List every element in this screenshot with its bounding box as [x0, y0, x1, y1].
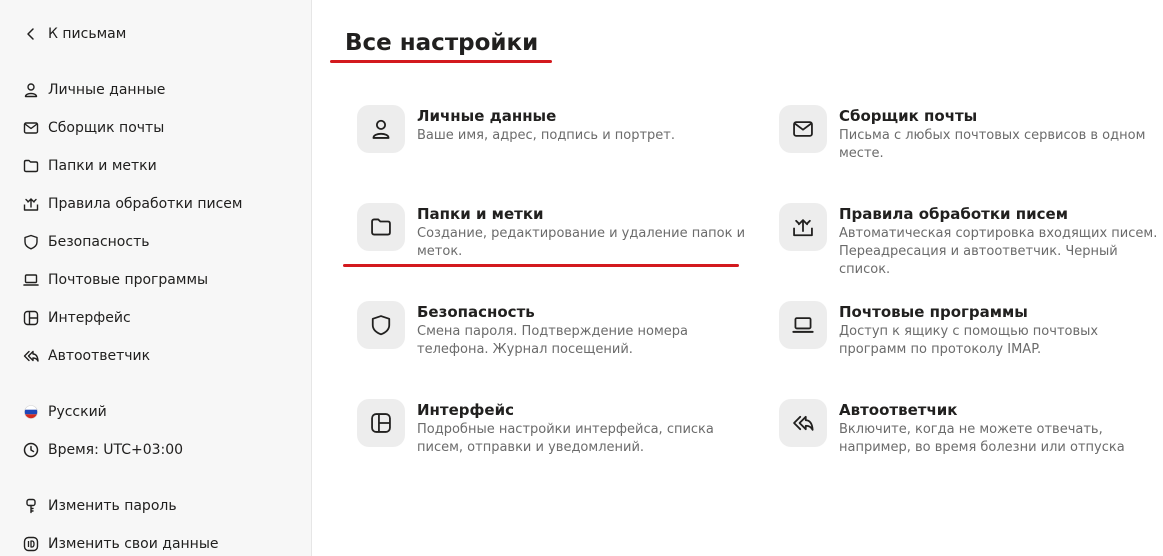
card-description: Автоматическая сортировка входящих писем…: [839, 226, 1158, 277]
layout-icon: [357, 399, 405, 447]
shield-icon: [22, 233, 40, 251]
sidebar-item-autoreply[interactable]: Автоответчик: [22, 344, 150, 368]
sidebar-item-label: Безопасность: [48, 234, 150, 250]
user-icon: [357, 105, 405, 153]
timezone-selector[interactable]: Время: UTC+03:00: [22, 438, 183, 462]
back-label: К письмам: [48, 26, 127, 42]
language-label: Русский: [48, 404, 107, 420]
card-security[interactable]: Безопасность Смена пароля. Подтверждение…: [357, 300, 747, 359]
card-mail-collector[interactable]: Сборщик почты Письма с любых почтовых се…: [779, 104, 1163, 163]
reply-all-icon: [779, 399, 827, 447]
rules-icon: [779, 203, 827, 251]
card-description: Включите, когда не можете отвечать, напр…: [839, 422, 1125, 455]
chevron-left-icon: [22, 25, 40, 43]
card-title: Сборщик почты: [839, 107, 978, 125]
card-description: Ваше имя, адрес, подпись и портрет.: [417, 128, 676, 143]
card-title: Правила обработки писем: [839, 205, 1068, 223]
reply-all-icon: [22, 347, 40, 365]
change-data-link[interactable]: Изменить свои данные: [22, 532, 219, 556]
back-to-mail-link[interactable]: К письмам: [22, 22, 126, 46]
card-interface[interactable]: Интерфейс Подробные настройки интерфейса…: [357, 398, 747, 457]
sidebar-item-rules[interactable]: Правила обработки писем: [22, 192, 242, 216]
change-password-link[interactable]: Изменить пароль: [22, 494, 177, 518]
card-title: Папки и метки: [417, 205, 544, 223]
language-selector[interactable]: Русский: [22, 400, 107, 424]
sidebar-item-interface[interactable]: Интерфейс: [22, 306, 131, 330]
sidebar-item-personal[interactable]: Личные данные: [22, 78, 165, 102]
card-rules[interactable]: Правила обработки писем Автоматическая с…: [779, 202, 1163, 279]
sidebar-item-mail-clients[interactable]: Почтовые программы: [22, 268, 208, 292]
folder-icon: [22, 157, 40, 175]
card-description: Создание, редактирование и удаление папо…: [417, 226, 746, 259]
card-description: Смена пароля. Подтверждение номера телеф…: [417, 324, 689, 357]
sidebar-item-security[interactable]: Безопасность: [22, 230, 149, 254]
sidebar-item-label: Интерфейс: [48, 310, 131, 326]
card-mail-clients[interactable]: Почтовые программы Доступ к ящику с помо…: [779, 300, 1163, 359]
shield-icon: [357, 301, 405, 349]
card-description: Подробные настройки интерфейса, списка п…: [417, 422, 714, 455]
sidebar-item-folders[interactable]: Папки и метки: [22, 154, 157, 178]
key-icon: [22, 497, 40, 515]
rules-icon: [22, 195, 40, 213]
change-data-label: Изменить свои данные: [48, 536, 219, 552]
card-title: Личные данные: [417, 107, 557, 125]
card-autoreply[interactable]: Автоответчик Включите, когда не можете о…: [779, 398, 1163, 457]
card-title: Автоответчик: [839, 401, 958, 419]
card-title: Безопасность: [417, 303, 535, 321]
envelope-icon: [22, 119, 40, 137]
sidebar-item-label: Почтовые программы: [48, 272, 209, 288]
sidebar-item-collector[interactable]: Сборщик почты: [22, 116, 164, 140]
card-title: Интерфейс: [417, 401, 514, 419]
title-underline-annotation: [330, 60, 552, 63]
sidebar-item-label: Правила обработки писем: [48, 196, 243, 212]
id-icon: [22, 535, 40, 553]
card-description: Письма с любых почтовых сервисов в одном…: [839, 128, 1146, 161]
laptop-icon: [22, 271, 40, 289]
timezone-label: Время: UTC+03:00: [48, 442, 184, 458]
card-title: Почтовые программы: [839, 303, 1028, 321]
folder-icon: [357, 203, 405, 251]
page-title: Все настройки: [345, 30, 539, 56]
change-password-label: Изменить пароль: [48, 498, 177, 514]
settings-main: Все настройки Личные данные Ваше имя, ад…: [313, 0, 1163, 556]
card-description: Доступ к ящику с помощью почтовых програ…: [839, 324, 1099, 357]
layout-icon: [22, 309, 40, 327]
card-personal-data[interactable]: Личные данные Ваше имя, адрес, подпись и…: [357, 104, 747, 153]
clock-icon: [22, 441, 40, 459]
sidebar-item-label: Сборщик почты: [48, 120, 165, 136]
sidebar-item-label: Автоответчик: [48, 348, 151, 364]
laptop-icon: [779, 301, 827, 349]
envelope-icon: [779, 105, 827, 153]
settings-sidebar: К письмам Личные данные Сборщик почты Па…: [0, 0, 312, 556]
card-folders[interactable]: Папки и метки Создание, редактирование и…: [357, 202, 747, 261]
sidebar-item-label: Личные данные: [48, 82, 166, 98]
user-icon: [22, 81, 40, 99]
folders-underline-annotation: [343, 264, 739, 267]
sidebar-item-label: Папки и метки: [48, 158, 157, 174]
russian-flag-icon: [22, 403, 40, 421]
